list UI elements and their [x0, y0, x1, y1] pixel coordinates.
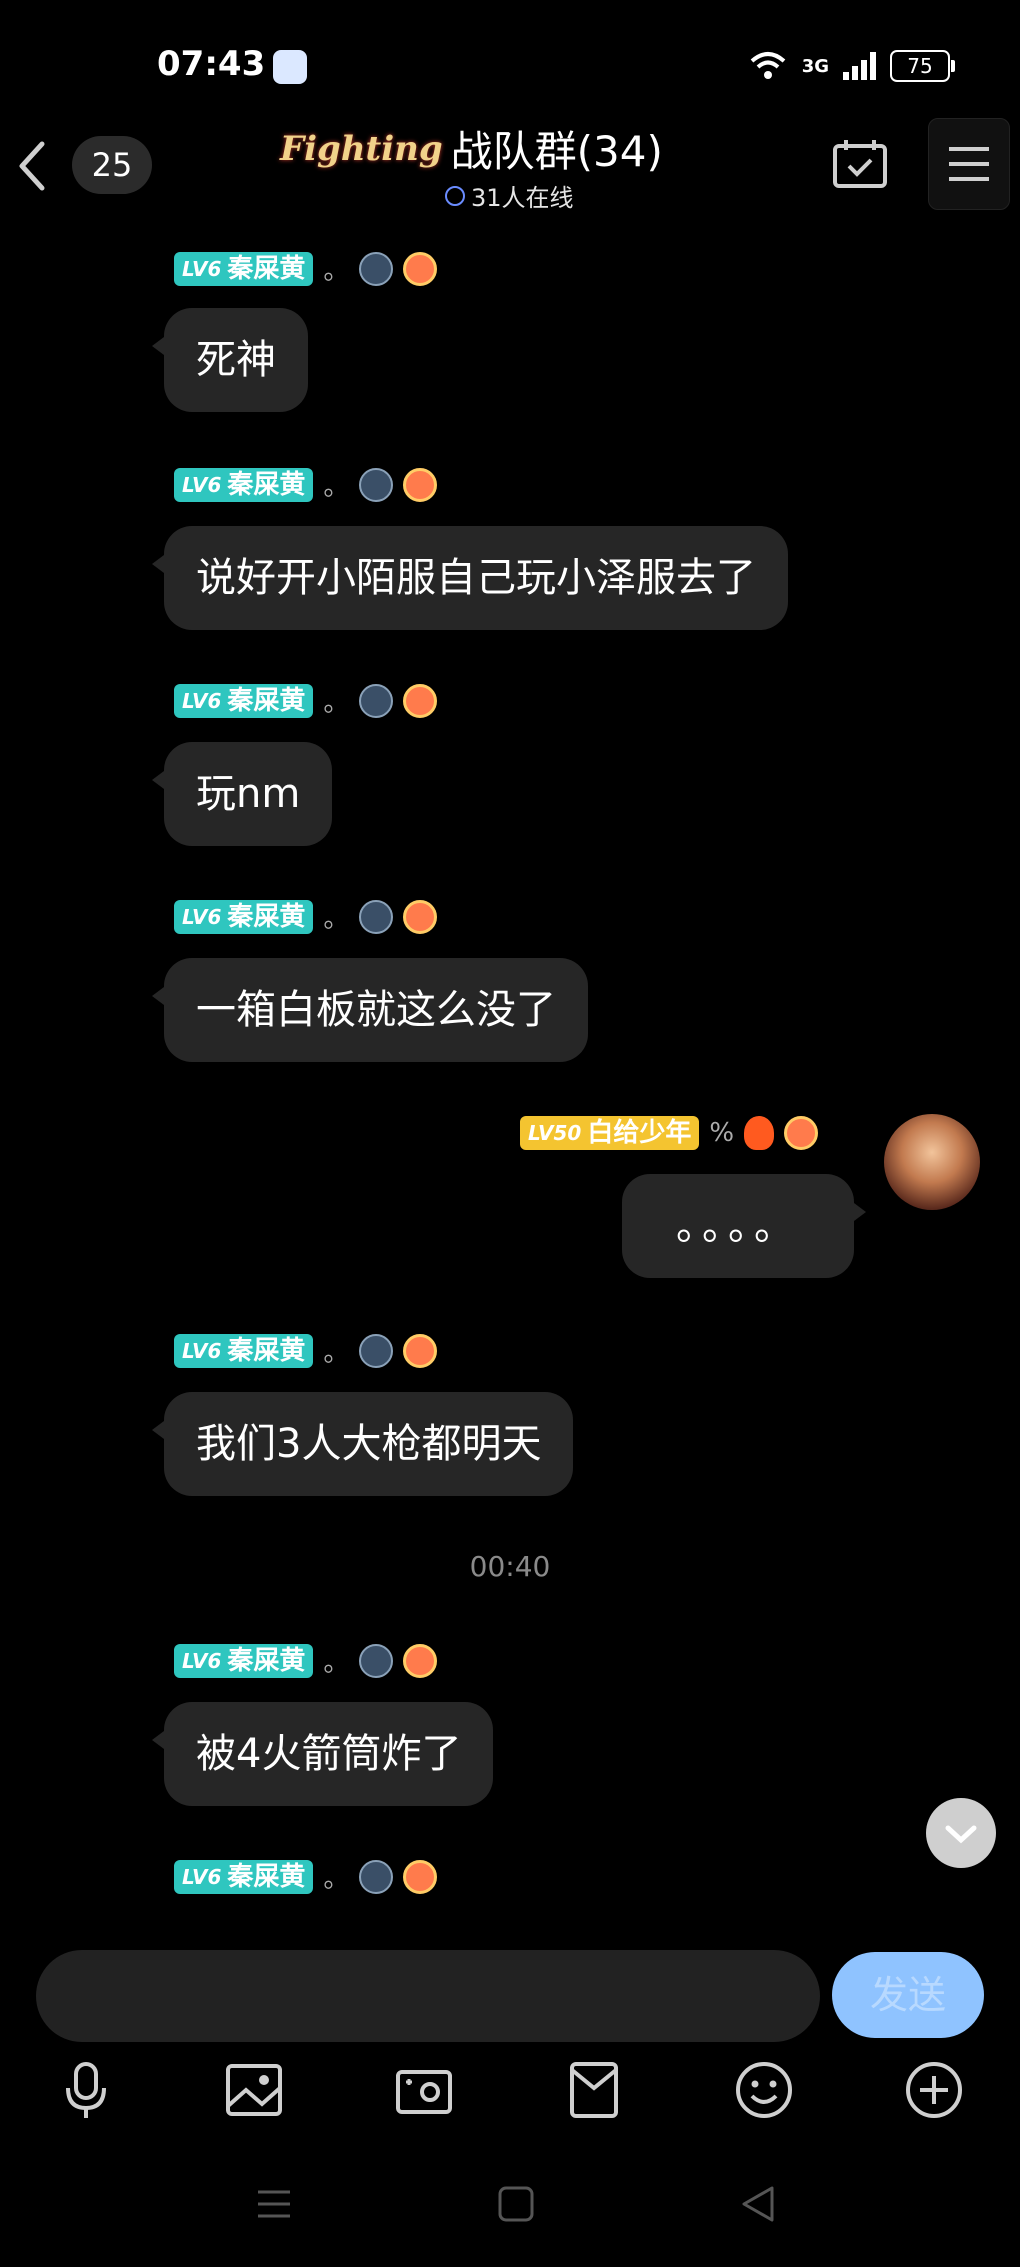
level-badge: LV50 白给少年 — [520, 1116, 700, 1150]
flower-icon — [403, 1643, 438, 1678]
online-count: 31人在线 — [471, 184, 574, 212]
message-bubble[interactable]: 玩nm — [151, 742, 333, 846]
flower-icon — [403, 1333, 438, 1368]
message-sender[interactable]: LV6 秦屎黄 。 — [174, 898, 438, 935]
calendar-check-icon[interactable] — [832, 138, 888, 190]
home-icon[interactable] — [492, 2180, 540, 2228]
message-bubble[interactable]: 死神 — [152, 308, 308, 412]
avatar[interactable] — [884, 1114, 980, 1210]
badge-icon — [359, 1859, 394, 1894]
message-bubble[interactable]: 我们3人大枪都明天 — [151, 1392, 574, 1496]
message-bubble[interactable]: 一箱白板就这么没了 — [152, 958, 588, 1062]
scroll-to-bottom-button[interactable] — [926, 1798, 996, 1868]
message-sender[interactable]: LV6 秦屎黄 。 — [174, 1332, 438, 1369]
badge-icon — [359, 1333, 394, 1368]
message-sender[interactable]: LV6 秦屎黄 。 — [174, 466, 438, 503]
message-sender[interactable]: LV6 秦屎黄 。 — [174, 682, 438, 719]
message-sender[interactable]: LV6 秦屎黄 。 — [174, 250, 438, 287]
network-type: 3G — [801, 55, 829, 77]
level-badge: LV6 秦屎黄 — [174, 899, 314, 934]
emoji-icon[interactable] — [732, 2058, 796, 2122]
recent-apps-icon[interactable] — [250, 2180, 298, 2228]
flower-icon — [403, 1859, 438, 1894]
camera-icon[interactable] — [392, 2058, 456, 2122]
group-name: 战队群(34) — [450, 127, 663, 176]
back-nav-icon[interactable] — [734, 2180, 782, 2228]
red-packet-icon[interactable] — [562, 2058, 626, 2122]
badge-icon — [359, 467, 394, 502]
level-badge: LV6 秦屎黄 — [174, 1333, 314, 1368]
unread-count-badge[interactable]: 25 — [72, 136, 152, 194]
menu-button[interactable] — [928, 118, 1010, 210]
menu-icon — [949, 147, 989, 181]
back-icon[interactable] — [14, 138, 50, 194]
badge-icon — [359, 1643, 394, 1678]
level-badge: LV6 秦屎黄 — [174, 1859, 314, 1894]
group-logo: Fighting — [280, 128, 443, 169]
message-bubble[interactable]: 被4火箭筒炸了 — [151, 1702, 494, 1806]
badge-icon — [359, 683, 394, 718]
flower-icon — [403, 467, 438, 502]
flower-icon — [403, 899, 438, 934]
message-bubble[interactable]: 。。。。 — [622, 1174, 866, 1278]
flower-icon — [784, 1116, 819, 1150]
signal-icon — [843, 52, 876, 80]
chevron-down-icon — [945, 1825, 977, 1844]
notification-app-icon — [273, 50, 307, 84]
level-badge: LV6 秦屎黄 — [174, 683, 314, 718]
flower-icon — [403, 251, 438, 286]
battery-level: 75 — [890, 50, 955, 82]
online-dropdown-icon — [445, 185, 465, 206]
plus-icon[interactable] — [902, 2058, 966, 2122]
wifi-icon — [750, 52, 786, 79]
status-icons: 3G 75 — [748, 50, 955, 82]
message-sender[interactable]: LV6 秦屎黄 。 — [174, 1858, 438, 1895]
message-sender[interactable]: LV50 白给少年 % — [520, 1116, 819, 1150]
message-timestamp: 00:40 — [469, 1550, 551, 1583]
image-icon[interactable] — [222, 2058, 286, 2122]
fire-icon — [744, 1116, 775, 1150]
badge-icon — [359, 251, 394, 286]
flower-icon — [403, 683, 438, 718]
microphone-icon[interactable] — [54, 2058, 118, 2122]
message-bubble[interactable]: 说好开小陌服自己玩小泽服去了 — [152, 526, 788, 630]
badge-icon — [359, 899, 394, 934]
level-badge: LV6 秦屎黄 — [174, 251, 314, 286]
message-sender[interactable]: LV6 秦屎黄 。 — [174, 1642, 438, 1679]
chat-title[interactable]: Fighting 战队群(34) — [280, 118, 663, 179]
send-button[interactable]: 发送 — [832, 1952, 984, 2038]
level-badge: LV6 秦屎黄 — [174, 1643, 314, 1678]
online-status[interactable]: 31人在线 — [445, 178, 574, 213]
message-input[interactable] — [36, 1950, 820, 2042]
level-badge: LV6 秦屎黄 — [174, 467, 314, 502]
status-time: 07:43 — [157, 44, 266, 84]
